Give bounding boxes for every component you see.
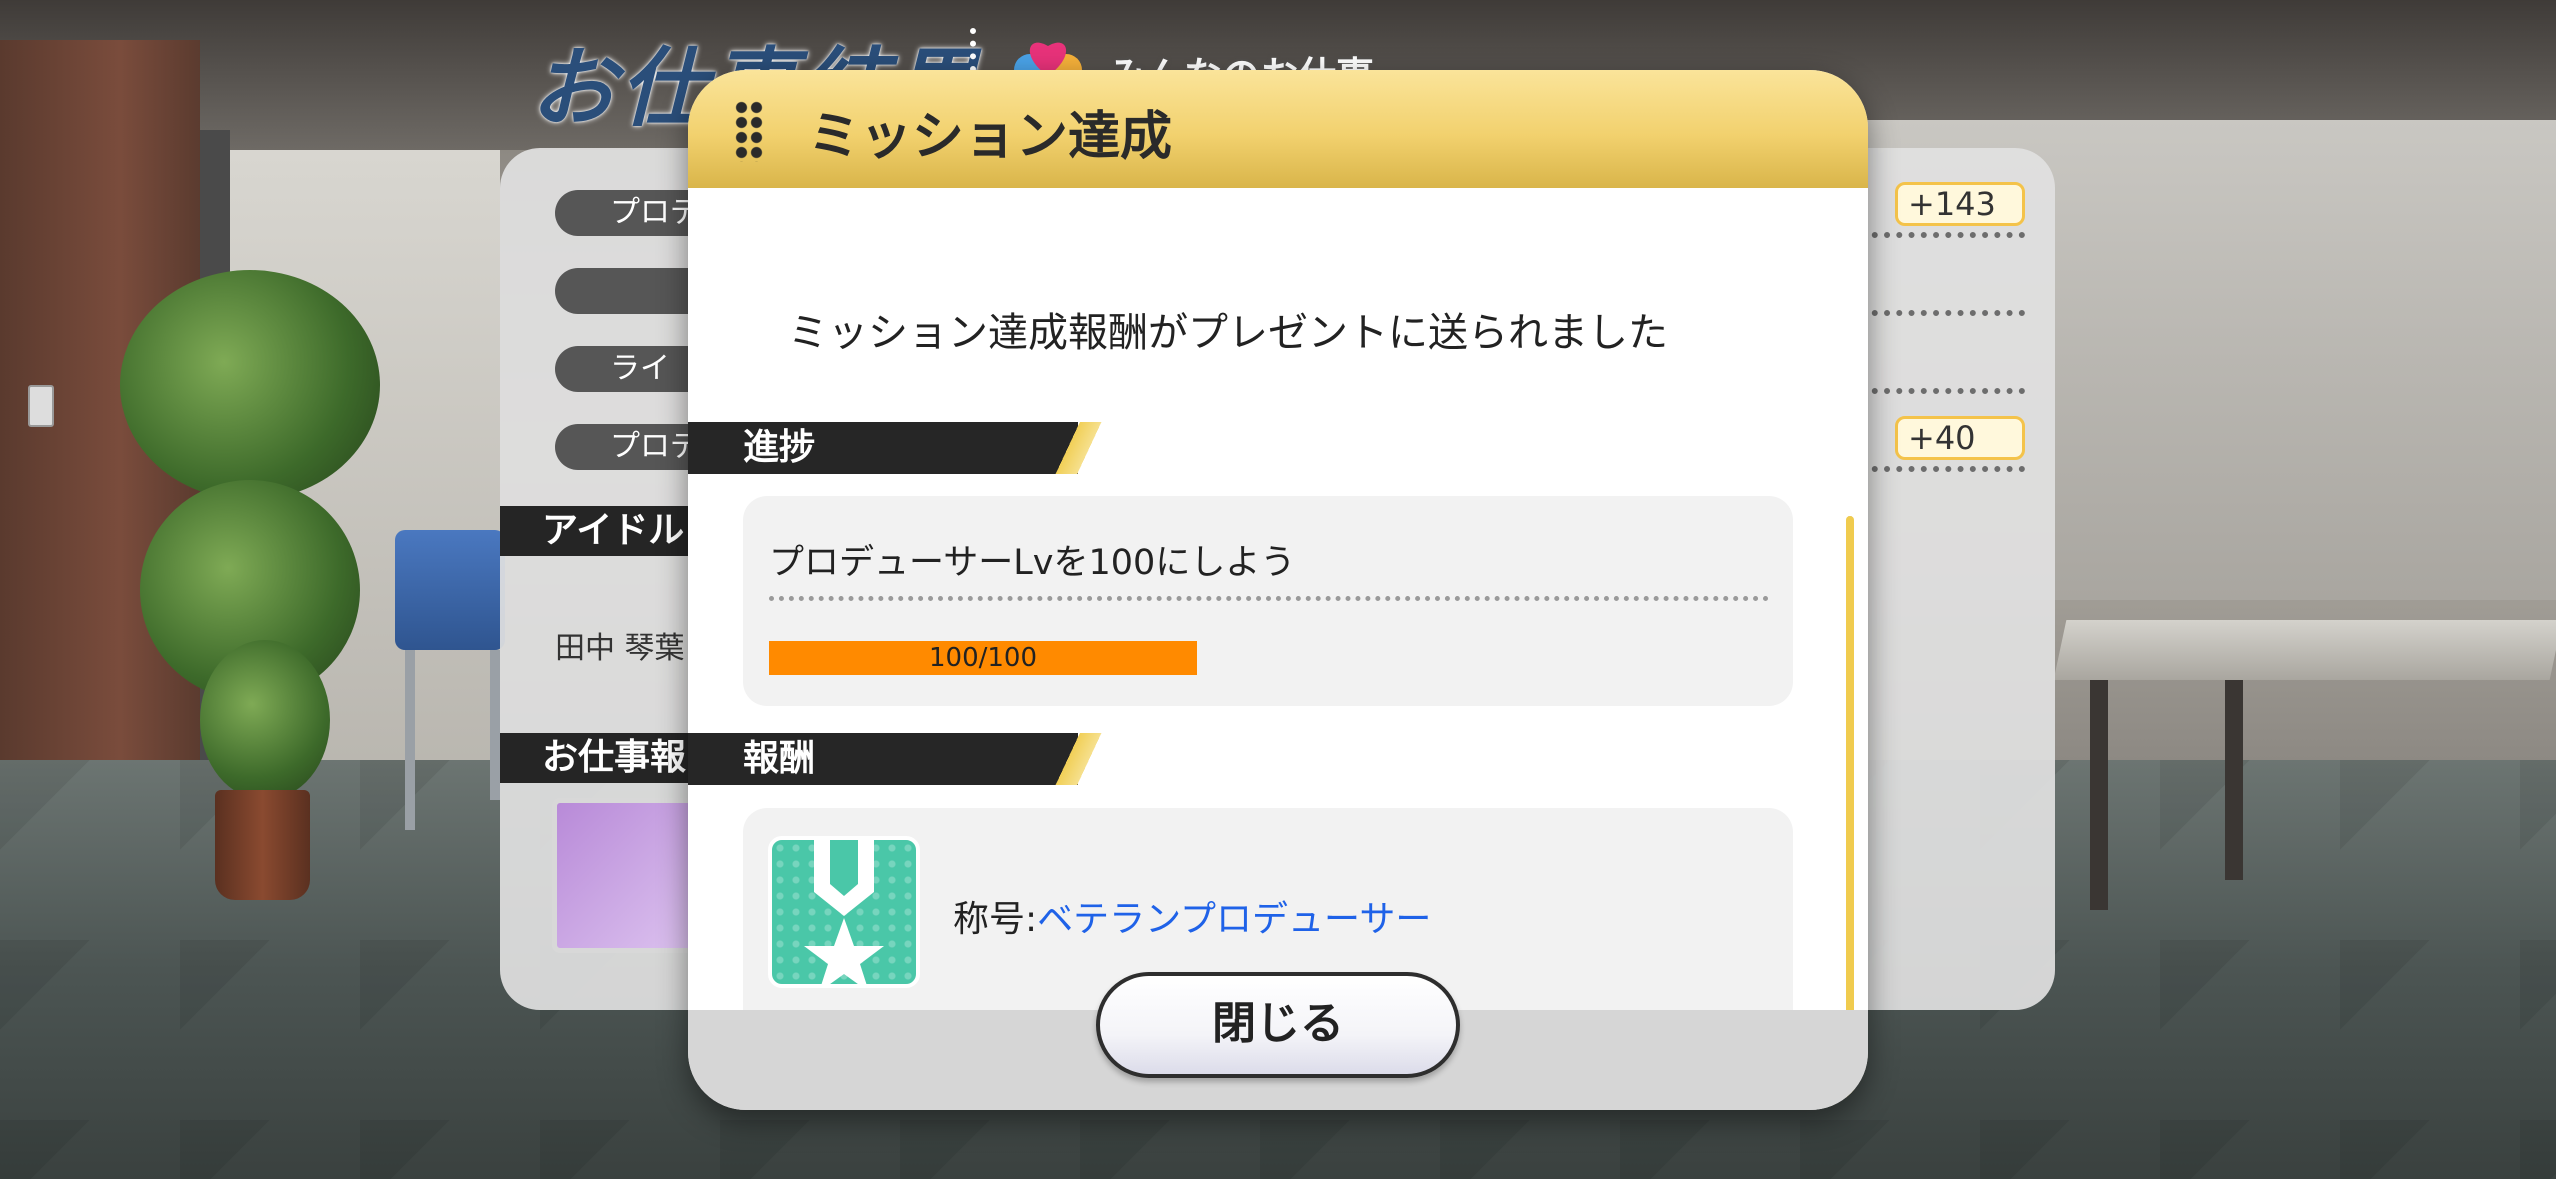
section-label: 進捗 [743, 427, 816, 468]
reward-section-header: 報酬 [688, 733, 1168, 785]
title-separator [970, 28, 976, 72]
close-button[interactable]: 閉じる [1096, 972, 1460, 1078]
grip-dots-icon [734, 100, 764, 162]
reward-label: 称号:ベテランプロデューサー [953, 890, 1431, 942]
table [2053, 620, 2556, 680]
progress-section-header: 進捗 [688, 422, 1168, 474]
medal-star-icon [768, 836, 920, 988]
idol-name: 田中 琴葉 [555, 631, 685, 666]
chair-leg [405, 650, 415, 830]
chair [395, 530, 505, 650]
progress-text: 100/100 [928, 643, 1037, 673]
mission-divider [769, 596, 1769, 601]
reward-prefix: 称号: [953, 899, 1038, 940]
reward-title-link[interactable]: ベテランプロデューサー [1037, 899, 1431, 940]
light-switch [28, 385, 54, 427]
chair-leg [490, 650, 500, 800]
dress-reward-thumbnail [552, 798, 697, 953]
progress-bar: 100/100 [769, 641, 1197, 675]
dialog-header: ミッション達成 [688, 70, 1868, 188]
plant-foliage [120, 270, 380, 500]
dialog-title: ミッション達成 [808, 107, 1173, 167]
mission-complete-dialog: ミッション達成 ミッション達成報酬がプレゼントに送られました 進捗 プロデューサ… [688, 70, 1868, 1110]
mission-card: プロデューサーLvを100にしよう 100/100 [743, 496, 1793, 706]
table-leg [2225, 680, 2243, 880]
stat-value: +143 [1895, 182, 2025, 226]
plant-pot [215, 790, 310, 900]
plant-foliage [200, 640, 330, 800]
table-leg [2090, 680, 2108, 910]
dialog-body: ミッション達成報酬がプレゼントに送られました 進捗 プロデューサーLvを100に… [688, 188, 1868, 1101]
dialog-message: ミッション達成報酬がプレゼントに送られました [788, 310, 1668, 356]
stat-value: +40 [1895, 416, 2025, 460]
section-stripe [1054, 733, 1116, 785]
section-label: 報酬 [743, 738, 816, 779]
section-stripe [1054, 422, 1116, 474]
mission-text: プロデューサーLvを100にしよう [769, 543, 1296, 583]
